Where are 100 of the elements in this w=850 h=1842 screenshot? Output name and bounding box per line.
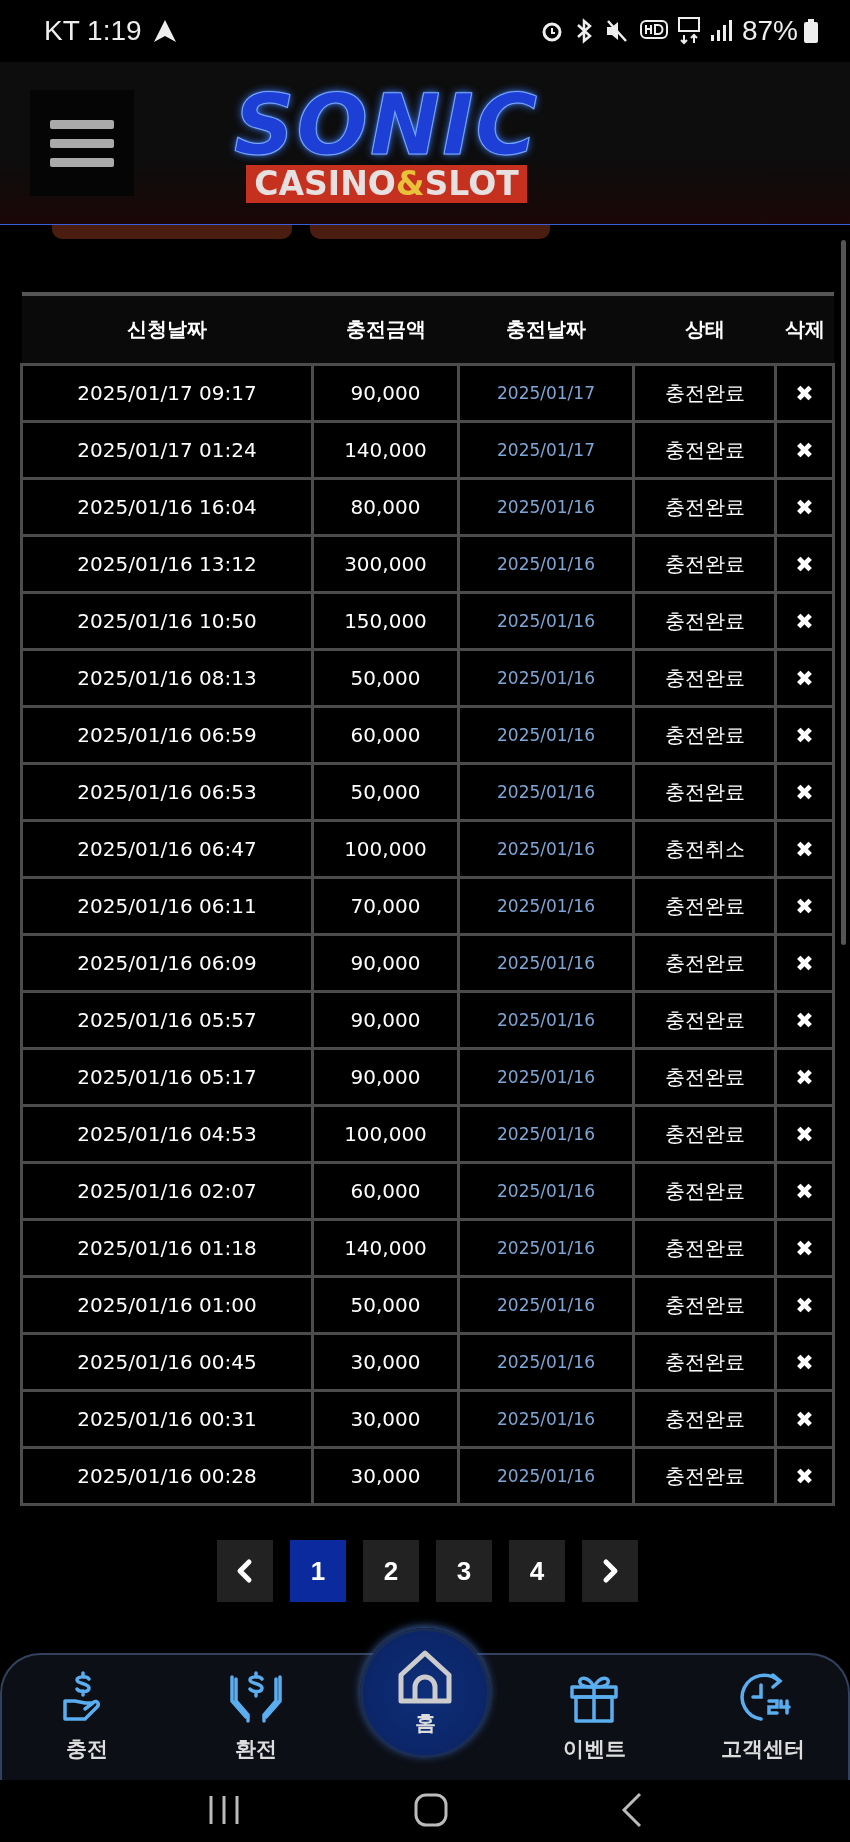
charge-date-cell: 2025/01/17 [458,364,634,422]
home-icon[interactable] [414,1793,448,1827]
delete-button[interactable]: ✖ [775,649,834,707]
request-date-cell: 2025/01/16 08:13 [21,649,313,707]
request-date-cell: 2025/01/17 01:24 [21,421,313,479]
status-cell: 충전완료 [633,649,776,707]
delete-button[interactable]: ✖ [775,1276,834,1334]
network-icon [677,17,700,45]
delete-button[interactable]: ✖ [775,763,834,821]
status-cell: 충전완료 [633,478,776,536]
charge-date-cell: 2025/01/16 [458,1447,634,1505]
amount-cell: 30,000 [312,1333,459,1391]
request-date-cell: 2025/01/17 09:17 [21,364,313,422]
status-cell: 충전완료 [633,877,776,935]
previous-page-button[interactable] [217,1540,273,1602]
delete-button[interactable]: ✖ [775,1048,834,1106]
status-cell: 충전완료 [633,1447,776,1505]
charge-date-cell: 2025/01/16 [458,1219,634,1277]
request-date-cell: 2025/01/16 06:47 [21,820,313,878]
delete-button[interactable]: ✖ [775,421,834,479]
page-button[interactable]: 2 [363,1540,419,1602]
request-date-cell: 2025/01/16 00:31 [21,1390,313,1448]
nav-tab[interactable]: 환전 [171,1655,341,1780]
charge-date-cell: 2025/01/16 [458,592,634,650]
column-header: 충전금액 [312,294,459,365]
amount-cell: 90,000 [312,991,459,1049]
menu-button[interactable] [30,90,134,196]
charge-date-cell: 2025/01/17 [458,421,634,479]
amount-cell: 100,000 [312,1105,459,1163]
amount-cell: 100,000 [312,820,459,878]
back-icon[interactable] [621,1792,644,1828]
next-page-button[interactable] [582,1540,638,1602]
request-date-cell: 2025/01/16 02:07 [21,1162,313,1220]
delete-button[interactable]: ✖ [775,934,834,992]
charge-date-cell: 2025/01/16 [458,991,634,1049]
amount-cell: 90,000 [312,1048,459,1106]
status-cell: 충전완료 [633,1219,776,1277]
delete-button[interactable]: ✖ [775,820,834,878]
charge-date-cell: 2025/01/16 [458,706,634,764]
delete-button[interactable]: ✖ [775,877,834,935]
status-cell: 충전완료 [633,535,776,593]
status-cell: 충전완료 [633,763,776,821]
amount-cell: 80,000 [312,478,459,536]
request-date-cell: 2025/01/16 06:11 [21,877,313,935]
navigation-icon [151,18,178,44]
column-header: 상태 [633,294,776,365]
request-date-cell: 2025/01/16 13:12 [21,535,313,593]
request-date-cell: 2025/01/16 00:45 [21,1333,313,1391]
delete-button[interactable]: ✖ [775,1219,834,1277]
signal-icon [709,19,732,43]
status-cell: 충전완료 [633,706,776,764]
request-date-cell: 2025/01/16 01:00 [21,1276,313,1334]
delete-button[interactable]: ✖ [775,1333,834,1391]
amount-cell: 90,000 [312,364,459,422]
status-cell: 충전완료 [633,364,776,422]
charge-date-cell: 2025/01/16 [458,934,634,992]
amount-cell: 50,000 [312,649,459,707]
delete-button[interactable]: ✖ [775,478,834,536]
charge-date-cell: 2025/01/16 [458,820,634,878]
status-cell: 충전완료 [633,421,776,479]
delete-button[interactable]: ✖ [775,592,834,650]
amount-cell: 300,000 [312,535,459,593]
amount-cell: 150,000 [312,592,459,650]
battery-percent: 87% [741,15,798,47]
amount-cell: 50,000 [312,1276,459,1334]
page-button[interactable]: 3 [436,1540,492,1602]
charge-date-cell: 2025/01/16 [458,1333,634,1391]
status-cell: 충전취소 [633,820,776,878]
delete-button[interactable]: ✖ [775,706,834,764]
status-cell: 충전완료 [633,1333,776,1391]
logo-title: SONIC [234,83,540,167]
status-cell: 충전완료 [633,1390,776,1448]
page-button[interactable]: 4 [509,1540,565,1602]
delete-button[interactable]: ✖ [775,364,834,422]
charge-date-cell: 2025/01/16 [458,535,634,593]
battery-icon [804,19,818,43]
amount-cell: 140,000 [312,1219,459,1277]
amount-cell: 30,000 [312,1447,459,1505]
delete-button[interactable]: ✖ [775,1162,834,1220]
amount-cell: 70,000 [312,877,459,935]
status-cell: 충전완료 [633,1162,776,1220]
nav-tab[interactable]: 충전 [2,1655,172,1780]
amount-cell: 60,000 [312,1162,459,1220]
status-cell: 충전완료 [633,1105,776,1163]
request-date-cell: 2025/01/16 04:53 [21,1105,313,1163]
request-date-cell: 2025/01/16 05:17 [21,1048,313,1106]
amount-cell: 90,000 [312,934,459,992]
nav-tab[interactable]: 고객센터 [678,1655,848,1780]
page-button[interactable]: 1 [290,1540,346,1602]
delete-button[interactable]: ✖ [775,1390,834,1448]
delete-button[interactable]: ✖ [775,1447,834,1505]
status-cell: 충전완료 [633,1276,776,1334]
column-header: 충전날짜 [458,294,634,365]
amount-cell: 140,000 [312,421,459,479]
delete-button[interactable]: ✖ [775,535,834,593]
request-date-cell: 2025/01/16 06:53 [21,763,313,821]
nav-tab[interactable]: 이벤트 [509,1655,679,1780]
delete-button[interactable]: ✖ [775,991,834,1049]
delete-button[interactable]: ✖ [775,1105,834,1163]
request-date-cell: 2025/01/16 06:09 [21,934,313,992]
